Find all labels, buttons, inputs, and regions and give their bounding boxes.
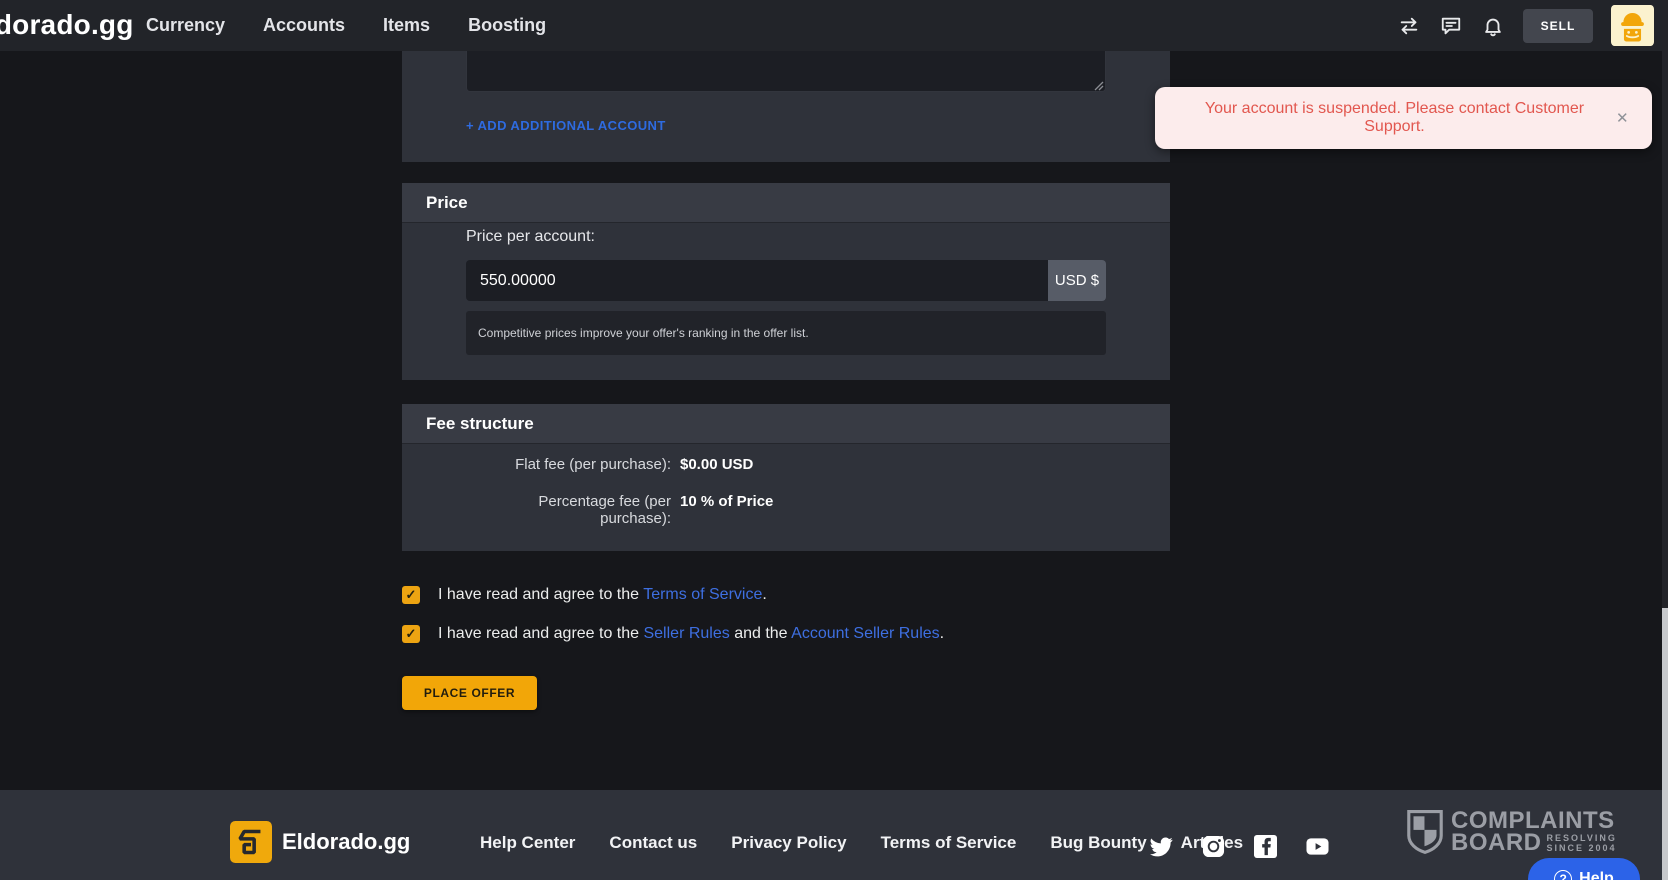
account-details-textarea[interactable] — [466, 51, 1106, 92]
percentage-fee-label: Percentage fee (per purchase): — [466, 493, 671, 527]
facebook-icon[interactable] — [1254, 835, 1277, 858]
account-details-panel: + ADD ADDITIONAL ACCOUNT — [402, 51, 1170, 162]
fee-structure-panel: Fee structure Flat fee (per purchase): $… — [402, 404, 1170, 551]
tagline-resolving: RESOLVING — [1547, 833, 1617, 843]
board-text: BOARD — [1451, 832, 1542, 854]
sell-button[interactable]: SELL — [1523, 9, 1593, 43]
price-input[interactable] — [466, 260, 1048, 301]
footer: Eldorado.gg Help Center Contact us Priva… — [0, 790, 1668, 880]
seller-rules-link[interactable]: Seller Rules — [643, 625, 729, 642]
price-panel: Price Price per account: USD $ Competiti… — [402, 183, 1170, 380]
footer-link-bug-bounty[interactable]: Bug Bounty — [1050, 833, 1146, 853]
tos-text-suffix: . — [762, 586, 766, 603]
scrollbar-thumb[interactable] — [1662, 608, 1668, 880]
tos-agreement-text: I have read and agree to the Terms of Se… — [438, 586, 767, 604]
complaints-board-shield-icon — [1406, 809, 1444, 855]
help-question-icon: ? — [1554, 870, 1572, 880]
tos-checkbox[interactable]: ✓ — [402, 586, 420, 604]
footer-brand-name[interactable]: Eldorado.gg — [282, 829, 410, 855]
main-nav: Currency Accounts Items Boosting — [146, 0, 546, 51]
flat-fee-value: $0.00 USD — [680, 456, 753, 473]
tagline-since: SINCE 2004 — [1547, 843, 1617, 853]
toast-message: Your account is suspended. Please contac… — [1155, 100, 1616, 136]
price-panel-title: Price — [426, 193, 468, 213]
nav-right-cluster: SELL — [1397, 0, 1654, 51]
brand-logo[interactable]: Eldorado.gg — [0, 9, 134, 41]
nav-item-items[interactable]: Items — [383, 15, 430, 36]
account-seller-rules-link[interactable]: Account Seller Rules — [791, 625, 940, 642]
percentage-fee-row: Percentage fee (per purchase): 10 % of P… — [466, 493, 773, 527]
nav-item-boosting[interactable]: Boosting — [468, 15, 546, 36]
seller-rules-checkbox[interactable]: ✓ — [402, 625, 420, 643]
complaints-tagline: RESOLVING SINCE 2004 — [1547, 833, 1617, 854]
price-hint: Competitive prices improve your offer's … — [466, 311, 1106, 355]
tos-text-prefix: I have read and agree to the — [438, 586, 643, 603]
nav-item-currency[interactable]: Currency — [146, 15, 225, 36]
complaints-board-text: COMPLAINTS BOARD RESOLVING SINCE 2004 — [1451, 810, 1617, 854]
seller-rules-agreement-row: ✓ I have read and agree to the Seller Ru… — [402, 625, 944, 643]
fee-panel-header: Fee structure — [402, 404, 1170, 444]
currency-selector[interactable]: USD $ — [1048, 260, 1106, 301]
flat-fee-label: Flat fee (per purchase): — [466, 456, 671, 473]
price-panel-header: Price — [402, 183, 1170, 223]
footer-links: Help Center Contact us Privacy Policy Te… — [480, 833, 1243, 853]
terms-of-service-link[interactable]: Terms of Service — [643, 586, 762, 603]
seller-text-middle: and the — [730, 625, 791, 642]
percentage-fee-value: 10 % of Price — [680, 493, 773, 510]
fee-panel-title: Fee structure — [426, 414, 534, 434]
help-label: Help — [1579, 870, 1614, 880]
nav-item-accounts[interactable]: Accounts — [263, 15, 345, 36]
twitter-icon[interactable] — [1150, 835, 1173, 858]
toast-close-icon[interactable]: ✕ — [1616, 109, 1652, 127]
user-avatar[interactable] — [1611, 5, 1654, 46]
seller-text-prefix: I have read and agree to the — [438, 625, 643, 642]
page-scrollbar[interactable] — [1662, 0, 1668, 880]
help-button[interactable]: ? Help — [1528, 858, 1640, 880]
footer-link-contact-us[interactable]: Contact us — [609, 833, 697, 853]
instagram-icon[interactable] — [1202, 835, 1225, 858]
footer-link-terms-of-service[interactable]: Terms of Service — [881, 833, 1017, 853]
complaints-board-logo[interactable]: COMPLAINTS BOARD RESOLVING SINCE 2004 — [1406, 809, 1617, 855]
trade-swap-icon[interactable] — [1397, 14, 1421, 38]
price-per-account-label: Price per account: — [466, 228, 595, 246]
miner-avatar-icon — [1611, 5, 1654, 46]
footer-social-icons — [1150, 835, 1329, 858]
seller-text-suffix: . — [940, 625, 944, 642]
add-additional-account-link[interactable]: + ADD ADDITIONAL ACCOUNT — [466, 118, 666, 133]
suspension-toast: Your account is suspended. Please contac… — [1155, 87, 1652, 149]
flat-fee-row: Flat fee (per purchase): $0.00 USD — [466, 456, 753, 473]
top-navbar: Eldorado.gg Currency Accounts Items Boos… — [0, 0, 1668, 51]
footer-link-help-center[interactable]: Help Center — [480, 833, 575, 853]
footer-link-privacy-policy[interactable]: Privacy Policy — [731, 833, 846, 853]
youtube-icon[interactable] — [1306, 835, 1329, 858]
place-offer-button[interactable]: PLACE OFFER — [402, 676, 537, 710]
notifications-bell-icon[interactable] — [1481, 14, 1505, 38]
seller-rules-agreement-text: I have read and agree to the Seller Rule… — [438, 625, 944, 643]
page: Eldorado.gg Currency Accounts Items Boos… — [0, 0, 1668, 880]
tos-agreement-row: ✓ I have read and agree to the Terms of … — [402, 586, 767, 604]
chat-icon[interactable] — [1439, 14, 1463, 38]
footer-brand-icon — [230, 821, 272, 863]
